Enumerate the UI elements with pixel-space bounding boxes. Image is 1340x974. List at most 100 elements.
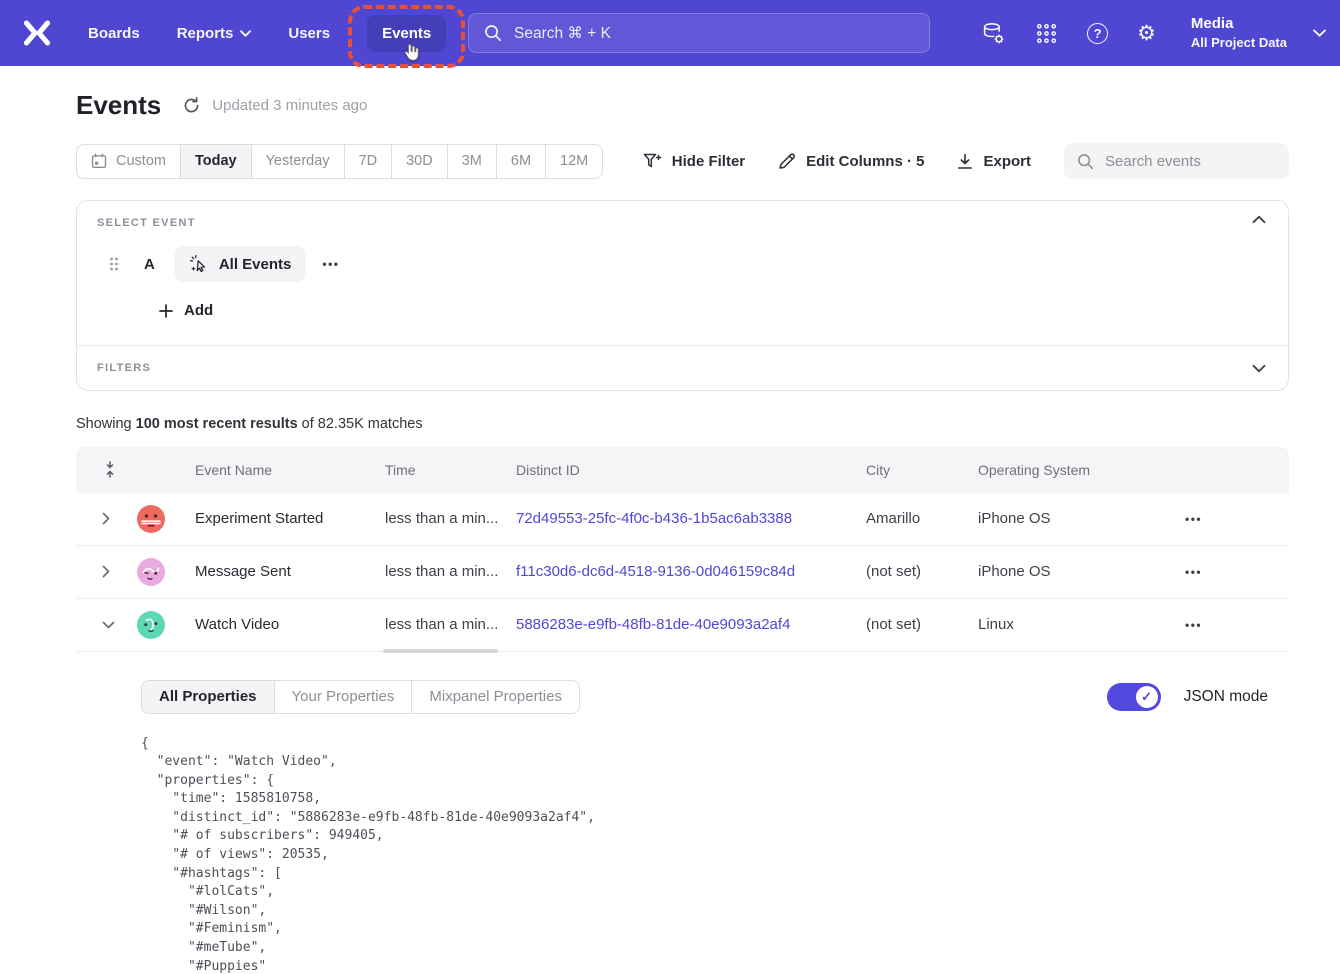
nav-item-reports-label: Reports: [177, 25, 234, 42]
table-row-message-sent[interactable]: Message Sent less than a min... f11c30d6…: [76, 546, 1289, 599]
col-distinct-id[interactable]: Distinct ID: [516, 462, 866, 478]
nav-item-boards[interactable]: Boards: [88, 25, 140, 42]
event-avatar: [137, 558, 165, 586]
edit-columns-label: Edit Columns · 5: [806, 153, 924, 170]
summary-count: 100 most recent results: [136, 416, 298, 432]
toolbar: Custom Today Yesterday 7D 30D 3M 6M 12M …: [76, 143, 1289, 179]
table-row-watch-video-expanded[interactable]: Watch Video less than a min... 5886283e-…: [76, 599, 1289, 652]
refresh-icon[interactable]: [183, 97, 200, 114]
cell-distinct-id-link[interactable]: 5886283e-e9fb-48fb-81de-40e9093a2af4: [516, 616, 866, 633]
top-navbar: Boards Reports Users Events Search ⌘ + K: [0, 0, 1340, 66]
toolbar-right: Hide Filter Edit Columns · 5 Export Sear…: [643, 143, 1289, 179]
col-event-name[interactable]: Event Name: [195, 462, 385, 478]
tab-mixpanel-properties[interactable]: Mixpanel Properties: [412, 681, 579, 713]
nav-item-reports[interactable]: Reports: [177, 25, 252, 42]
event-query-row: A All Events •••: [97, 246, 1268, 282]
search-icon: [1077, 153, 1094, 170]
row-more-button[interactable]: •••: [1185, 512, 1202, 526]
cell-event-name: Watch Video: [195, 616, 385, 633]
chevron-down-icon: [1313, 29, 1326, 37]
json-mode-label: JSON mode: [1184, 688, 1268, 706]
event-row-more-button[interactable]: •••: [322, 257, 339, 271]
download-icon: [957, 153, 973, 170]
plus-icon: [159, 304, 173, 318]
edit-columns-button[interactable]: Edit Columns · 5: [778, 152, 924, 170]
date-range-custom[interactable]: Custom: [77, 145, 181, 178]
drag-handle-icon[interactable]: [109, 257, 119, 271]
expand-row-chevron-right-icon[interactable]: [102, 565, 120, 578]
nav-links: Boards Reports Users Events: [88, 15, 446, 52]
cell-os: iPhone OS: [978, 510, 1183, 527]
cell-os: Linux: [978, 616, 1183, 633]
col-city[interactable]: City: [866, 462, 978, 478]
project-name: Media: [1191, 14, 1287, 34]
date-range-label: Custom: [116, 153, 166, 169]
global-search-input[interactable]: Search ⌘ + K: [468, 13, 930, 53]
json-mode-toggle[interactable]: ✓: [1107, 683, 1161, 711]
data-management-icon[interactable]: [981, 21, 1006, 46]
date-range-yesterday[interactable]: Yesterday: [252, 145, 345, 178]
expand-filters-chevron-down[interactable]: [1252, 364, 1266, 373]
filters-section[interactable]: FILTERS: [77, 345, 1288, 390]
tab-all-properties[interactable]: All Properties: [142, 681, 275, 713]
add-event-label: Add: [184, 302, 213, 319]
collapse-row-chevron-down-icon[interactable]: [102, 621, 120, 629]
cell-os: iPhone OS: [978, 563, 1183, 580]
project-scope: All Project Data: [1191, 34, 1287, 52]
mixpanel-logo-icon[interactable]: [22, 19, 52, 47]
date-range-selector: Custom Today Yesterday 7D 30D 3M 6M 12M: [76, 144, 603, 179]
date-range-30d[interactable]: 30D: [392, 145, 448, 178]
date-range-6m[interactable]: 6M: [497, 145, 546, 178]
table-header: Event Name Time Distinct ID City Operati…: [76, 447, 1289, 493]
export-button[interactable]: Export: [957, 153, 1031, 170]
search-events-input[interactable]: Search events: [1064, 143, 1289, 179]
selected-event-name: All Events: [219, 256, 292, 273]
event-avatar: [137, 505, 165, 533]
page-header: Events Updated 3 minutes ago: [76, 90, 1289, 121]
date-range-12m[interactable]: 12M: [546, 145, 602, 178]
project-selector[interactable]: Media All Project Data: [1191, 14, 1326, 52]
collapse-section-chevron-up[interactable]: [1252, 215, 1266, 224]
tab-your-properties[interactable]: Your Properties: [275, 681, 413, 713]
table-row-experiment-started[interactable]: Experiment Started less than a min... 72…: [76, 493, 1289, 546]
cell-distinct-id-link[interactable]: f11c30d6-dc6d-4518-9136-0d046159c84d: [516, 563, 866, 580]
date-range-today[interactable]: Today: [181, 145, 252, 178]
add-event-button[interactable]: Add: [159, 302, 213, 319]
cursor-pointer-hand-icon: [401, 41, 422, 63]
chevron-down-icon: [240, 30, 251, 37]
hide-filter-button[interactable]: Hide Filter: [643, 153, 745, 170]
pencil-icon: [778, 152, 796, 170]
cell-event-name: Experiment Started: [195, 510, 385, 527]
nav-item-users[interactable]: Users: [288, 25, 330, 42]
col-operating-system[interactable]: Operating System: [978, 462, 1183, 478]
cell-time: less than a min...: [385, 616, 516, 633]
cell-time: less than a min...: [385, 510, 516, 527]
page-title: Events: [76, 90, 161, 121]
help-icon[interactable]: ?: [1087, 23, 1108, 44]
row-more-button[interactable]: •••: [1185, 565, 1202, 579]
event-json-view: { "event": "Watch Video", "properties": …: [141, 735, 1289, 974]
apps-grid-icon[interactable]: [1035, 22, 1058, 45]
cell-distinct-id-link[interactable]: 72d49553-25fc-4f0c-b436-1b5ac6ab3388: [516, 510, 866, 527]
row-more-button[interactable]: •••: [1185, 618, 1202, 632]
events-table: Event Name Time Distinct ID City Operati…: [76, 447, 1289, 974]
settings-gear-icon[interactable]: ⚙: [1137, 23, 1156, 44]
col-time[interactable]: Time: [385, 462, 516, 478]
date-range-3m[interactable]: 3M: [448, 145, 497, 178]
cell-time: less than a min...: [385, 563, 516, 580]
calendar-icon: [91, 153, 107, 169]
global-search-placeholder: Search ⌘ + K: [514, 24, 611, 43]
summary-prefix: Showing: [76, 416, 136, 432]
date-range-7d[interactable]: 7D: [345, 145, 393, 178]
select-event-section: SELECT EVENT A All Events ••• Add: [77, 201, 1288, 345]
select-event-label: SELECT EVENT: [97, 217, 1268, 229]
query-row-letter: A: [144, 256, 155, 273]
json-mode-control: ✓ JSON mode: [1107, 683, 1268, 711]
all-events-selector[interactable]: All Events: [174, 246, 307, 282]
cell-city: (not set): [866, 616, 978, 633]
filters-label: FILTERS: [97, 362, 151, 374]
cell-city: (not set): [866, 563, 978, 580]
expand-row-chevron-right-icon[interactable]: [102, 512, 120, 525]
results-summary: Showing 100 most recent results of 82.35…: [76, 416, 1289, 432]
collapse-all-rows-icon[interactable]: [104, 461, 120, 478]
